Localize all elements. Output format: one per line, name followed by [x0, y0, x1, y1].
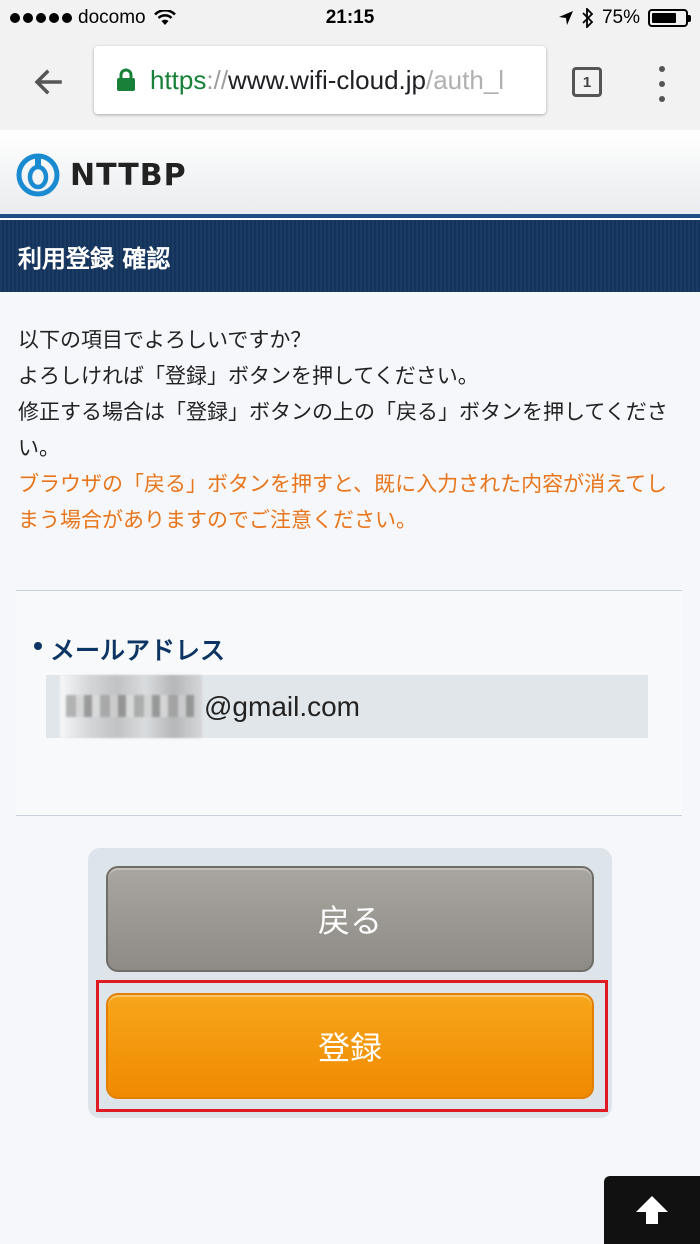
battery-icon	[648, 9, 691, 27]
message-line-2: よろしければ「登録」ボタンを押してください。	[18, 364, 479, 388]
url-host: www.wifi-cloud.jp	[228, 64, 426, 95]
email-label-text: メールアドレス	[50, 636, 226, 665]
status-bar: docomo 21:15 75%	[0, 0, 700, 36]
site-logo[interactable]: NTTBP	[16, 153, 187, 197]
page-title-bar: 利用登録 確認	[0, 220, 700, 292]
warning-message: ブラウザの「戻る」ボタンを押すと、既に入力された内容が消えてしまう場合があります…	[18, 472, 668, 532]
bullet-icon	[34, 642, 42, 650]
message-line-1: 以下の項目でよろしいですか？	[18, 328, 312, 352]
url-separator: ://	[206, 64, 229, 95]
email-value: @gmail.com	[46, 675, 648, 738]
site-header: NTTBP	[0, 130, 700, 216]
redacted-email-user	[60, 675, 202, 738]
email-label: メールアドレス	[34, 631, 225, 667]
back-button[interactable]: 戻る	[106, 866, 594, 972]
url-path: /auth_l	[426, 64, 505, 95]
email-domain: @gmail.com	[204, 691, 361, 722]
confirmation-form: メールアドレス @gmail.com	[16, 590, 682, 816]
url-scheme: https	[150, 64, 207, 95]
bluetooth-icon	[582, 8, 594, 28]
back-arrow-icon[interactable]	[28, 62, 68, 102]
url-text: https://www.wifi-cloud.jp/auth_l	[150, 65, 504, 96]
up-arrow-icon	[636, 1196, 668, 1224]
browser-toolbar: https://www.wifi-cloud.jp/auth_l 1	[0, 36, 700, 131]
tab-switcher-button[interactable]: 1	[572, 67, 602, 97]
ntt-logo-icon	[16, 153, 60, 197]
status-right-group: 75%	[558, 7, 691, 29]
overflow-menu-icon[interactable]	[652, 66, 672, 102]
message-line-3: 修正する場合は「登録」ボタンの上の「戻る」ボタンを押してください。	[18, 400, 668, 460]
location-arrow-icon	[558, 11, 573, 25]
lock-icon	[117, 68, 135, 91]
action-button-panel: 戻る 登録	[88, 848, 612, 1118]
address-bar[interactable]: https://www.wifi-cloud.jp/auth_l	[94, 46, 546, 114]
confirmation-message: 以下の項目でよろしいですか？ よろしければ「登録」ボタンを押してください。 修正…	[18, 322, 682, 538]
logo-text: NTTBP	[70, 157, 187, 193]
page-title: 利用登録 確認	[18, 245, 171, 273]
scroll-to-top-button[interactable]	[604, 1176, 700, 1244]
register-button[interactable]: 登録	[106, 993, 594, 1099]
battery-percent: 75%	[601, 7, 640, 28]
